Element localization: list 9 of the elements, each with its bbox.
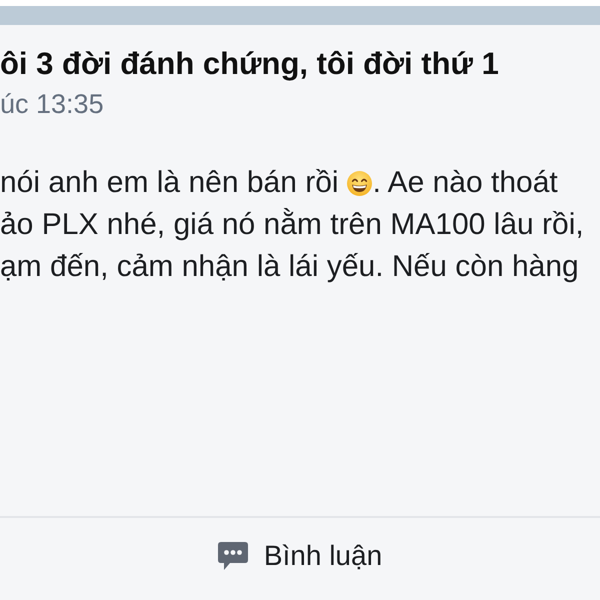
post-text: . Ae nào thoát — [372, 165, 558, 201]
post-text: nói anh em là nên bán rồi — [0, 165, 339, 201]
post-text: ạm đến, cảm nhận là lái yếu. Nếu còn hàng — [0, 249, 579, 285]
post-time: úc 13:35 — [0, 88, 104, 121]
comment-button[interactable]: Bình luận — [214, 536, 386, 576]
grinning-face-icon — [346, 170, 372, 196]
post-title: ôi 3 đời đánh chứng, tôi đời thứ 1 — [0, 46, 499, 82]
post-text: ảo PLX nhé, giá nó nằm trên MA100 lâu rồi, — [0, 207, 584, 243]
comment-icon — [218, 542, 248, 570]
